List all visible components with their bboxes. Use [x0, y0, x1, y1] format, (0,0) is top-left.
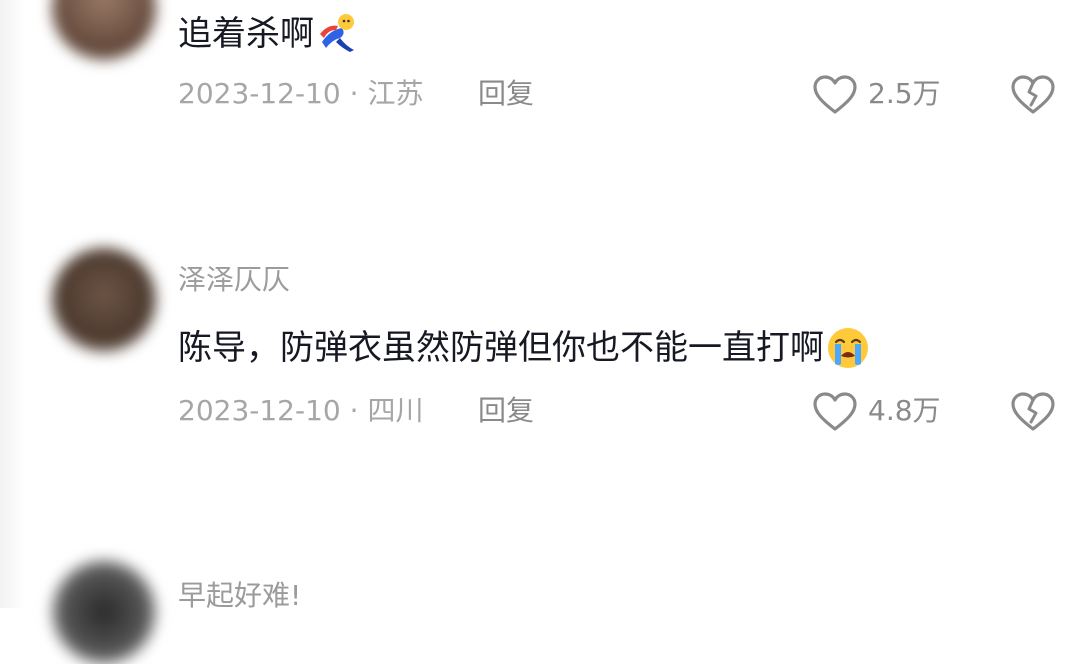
comment-location: 四川: [367, 394, 424, 427]
broken-heart-icon[interactable]: [1010, 391, 1056, 433]
meta-separator: ·: [340, 77, 368, 110]
comment-username[interactable]: 泽泽仄仄: [178, 266, 290, 294]
comment-meta: 2023-12-10 · 江苏: [178, 80, 423, 108]
meta-separator: ·: [340, 394, 368, 427]
reply-button[interactable]: 回复: [478, 397, 534, 425]
reply-button[interactable]: 回复: [478, 80, 534, 108]
avatar[interactable]: [52, 0, 156, 60]
comment-date: 2023-12-10: [178, 77, 341, 110]
comment-location: 江苏: [367, 77, 424, 110]
like-count: 4.8万: [868, 394, 941, 427]
comment-username[interactable]: 早起好难!: [178, 582, 301, 610]
comment-date: 2023-12-10: [178, 394, 341, 427]
heart-outline-icon[interactable]: [812, 391, 858, 433]
avatar[interactable]: [52, 560, 156, 664]
broken-heart-icon[interactable]: [1010, 74, 1056, 116]
heart-outline-icon[interactable]: [812, 74, 858, 116]
comment-text: 追着杀啊: [178, 12, 360, 56]
avatar[interactable]: [52, 248, 156, 352]
comment-text-content: 追着杀啊: [178, 14, 314, 54]
loudly-crying-emoji: [828, 328, 868, 368]
left-edge-shadow: [0, 0, 26, 608]
comment-text: 陈导，防弹衣虽然防弹但你也不能一直打啊: [178, 326, 870, 370]
like-count: 2.5万: [868, 77, 941, 110]
running-person-emoji: [320, 14, 354, 52]
comment-text-content: 陈导，防弹衣虽然防弹但你也不能一直打啊: [178, 328, 824, 368]
comment-meta: 2023-12-10 · 四川: [178, 397, 423, 425]
